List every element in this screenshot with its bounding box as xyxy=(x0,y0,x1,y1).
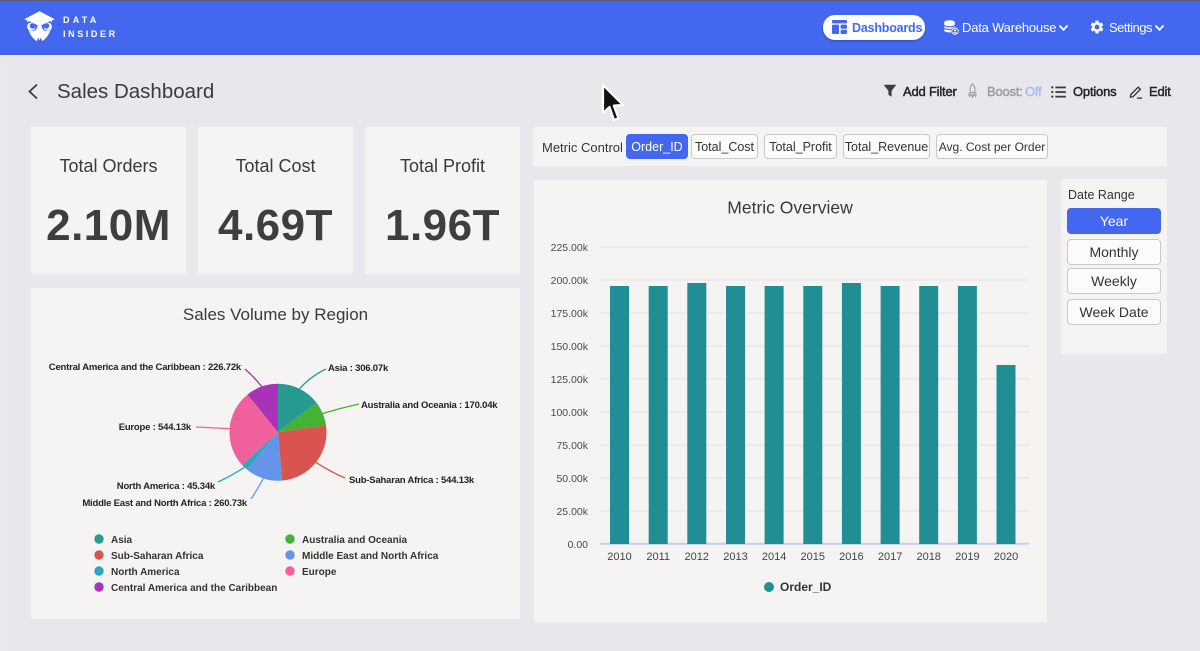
svg-text:North America: North America xyxy=(111,567,180,578)
svg-text:Europe : 544.13k: Europe : 544.13k xyxy=(119,422,192,433)
svg-text:2017: 2017 xyxy=(878,551,902,563)
svg-text:North America : 45.34k: North America : 45.34k xyxy=(117,481,216,492)
svg-text:Middle East and North Africa: Middle East and North Africa xyxy=(302,551,439,562)
svg-text:100.00k: 100.00k xyxy=(551,407,589,419)
svg-text:2019: 2019 xyxy=(955,551,979,563)
svg-text:2015: 2015 xyxy=(801,551,825,563)
svg-text:Central America and the Caribb: Central America and the Caribbean : 226.… xyxy=(49,362,242,373)
svg-text:225.00k: 225.00k xyxy=(551,242,589,254)
svg-text:25.00k: 25.00k xyxy=(556,506,588,518)
svg-text:2012: 2012 xyxy=(685,551,709,563)
svg-text:Asia : 306.07k: Asia : 306.07k xyxy=(328,363,389,374)
svg-text:Sub-Saharan Africa : 544.13k: Sub-Saharan Africa : 544.13k xyxy=(349,475,475,486)
svg-text:Central America and the Caribb: Central America and the Caribbean xyxy=(111,583,277,594)
svg-text:50.00k: 50.00k xyxy=(556,473,588,485)
svg-text:125.00k: 125.00k xyxy=(551,374,589,386)
svg-text:150.00k: 150.00k xyxy=(551,341,589,353)
svg-text:Europe: Europe xyxy=(302,567,337,578)
svg-text:Sub-Saharan Africa: Sub-Saharan Africa xyxy=(111,551,204,562)
svg-text:Metric Overview: Metric Overview xyxy=(727,198,853,218)
svg-text:Asia: Asia xyxy=(111,535,133,546)
svg-text:2010: 2010 xyxy=(607,551,631,563)
svg-text:175.00k: 175.00k xyxy=(551,308,589,320)
svg-text:Australia and Oceania : 170.04: Australia and Oceania : 170.04k xyxy=(361,400,498,411)
svg-text:75.00k: 75.00k xyxy=(556,440,588,452)
svg-text:200.00k: 200.00k xyxy=(551,275,589,287)
svg-text:Order_ID: Order_ID xyxy=(780,580,832,594)
svg-text:Australia and Oceania: Australia and Oceania xyxy=(302,535,407,546)
svg-text:0.00: 0.00 xyxy=(568,539,589,551)
svg-text:2016: 2016 xyxy=(839,551,863,563)
svg-text:Middle East and North Africa :: Middle East and North Africa : 260.73k xyxy=(82,498,248,509)
svg-text:2018: 2018 xyxy=(916,551,940,563)
svg-text:2014: 2014 xyxy=(762,551,786,563)
svg-text:2011: 2011 xyxy=(646,551,670,563)
svg-text:2013: 2013 xyxy=(723,551,747,563)
svg-text:2020: 2020 xyxy=(994,551,1018,563)
